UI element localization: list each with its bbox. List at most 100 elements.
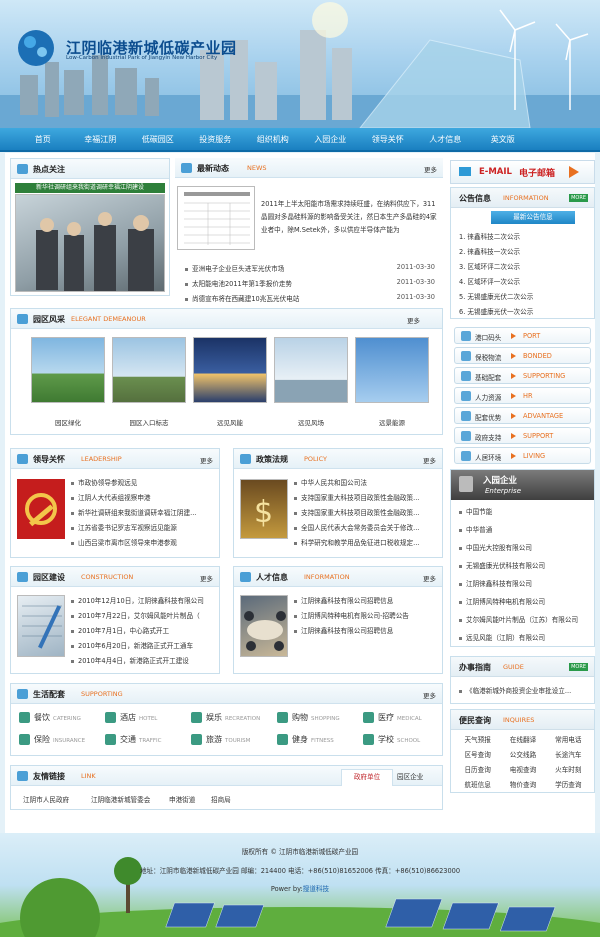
build-item[interactable]: 2010年7月22日，艾尔姆风能叶片制品（ [71,610,211,620]
links-tab-government[interactable]: 政府单位 [341,769,393,786]
enterprise-item[interactable]: 远见风能（江阴）有限公司 [459,632,586,642]
build-item[interactable]: 2010年7月1日，中心路式开工 [71,625,211,635]
life-traffic[interactable]: 交通 TRAFFIC [105,734,162,745]
service-advantage[interactable]: 配套优势 ADVANTAGE [454,407,591,424]
guide-more-link[interactable]: MORE [569,663,588,671]
enterprise-item[interactable]: 江阴徕鑫科技有限公司 [459,578,586,588]
notice-item[interactable]: 2. 徕鑫科技一次公示 [459,246,586,256]
inquire-degree[interactable]: 学历查询 [546,779,591,789]
inquire-flight[interactable]: 航班信息 [455,779,500,789]
enterprise-item[interactable]: 中国节能 [459,506,586,516]
nav-enterprises[interactable]: 入园企业 [302,128,360,150]
gallery-photo-greening[interactable] [31,337,105,403]
enterprise-item[interactable]: 中华普通 [459,524,586,534]
notice-item[interactable]: 6. 无锡盛康光伏一次公示 [459,306,586,316]
notice-item[interactable]: 1. 徕鑫科技二次公示 [459,231,586,241]
leader-item[interactable]: 江阴人大代表组视察申港 [71,492,211,502]
inquire-weather[interactable]: 天气预报 [455,734,500,744]
email-button[interactable]: E-MAIL 电子邮箱 [450,160,595,184]
news-thumbnail[interactable] [177,186,255,250]
life-hotel[interactable]: 酒店 HOTEL [105,712,157,723]
notice-item[interactable]: 3. 区域环评二次公示 [459,261,586,271]
life-school[interactable]: 学校 SCHOOL [363,734,420,745]
links-tab-enterprise[interactable]: 园区企业 [397,771,423,781]
service-bonded[interactable]: 保税物流 BONDED [454,347,591,364]
policy-item[interactable]: 支持国家重大科技项目政策性金融政策... [294,507,434,517]
inquire-areacode[interactable]: 区号查询 [455,749,500,759]
notice-more-link[interactable]: MORE [569,194,588,202]
notice-item[interactable]: 4. 区域环评一次公示 [459,276,586,286]
service-hr[interactable]: 人力资源 HR [454,387,591,404]
link-item[interactable]: 申港街道 [169,794,195,804]
footer-power-link[interactable]: 搜道科技 [303,885,329,893]
nav-investment[interactable]: 投资服务 [187,128,245,150]
inquire-coach[interactable]: 长途汽车 [546,749,591,759]
inquire-tv[interactable]: 电视查询 [500,764,545,774]
service-support[interactable]: 政府支持 SUPPORT [454,427,591,444]
news-more-link[interactable]: 更多 [424,164,437,174]
nav-leadership[interactable]: 领导关怀 [359,128,417,150]
build-item[interactable]: 2010年6月20日，新港路正式开工通车 [71,640,211,650]
talent-item[interactable]: 江阴徕鑫科技有限公司招聘信息 [294,625,434,635]
leader-item[interactable]: 江苏省委书记罗志军视察远见能源 [71,522,211,532]
link-item[interactable]: 江阴市人民政府 [23,794,69,804]
talent-more-link[interactable]: 更多 [423,573,436,583]
gallery-photo-energy[interactable] [355,337,429,403]
meeting-photo[interactable] [240,595,288,657]
life-shopping[interactable]: 购物 SHOPPING [277,712,340,723]
enterprise-item[interactable]: 无锡盛康光伏科技有限公司 [459,560,586,570]
nav-park[interactable]: 低碳园区 [129,128,187,150]
blueprint-photo[interactable] [17,595,65,657]
leader-item[interactable]: 市政协领导参观远见 [71,477,211,487]
nav-organization[interactable]: 组织机构 [244,128,302,150]
hot-photo[interactable] [15,194,165,292]
life-insurance[interactable]: 保险 INSURANCE [19,734,85,745]
talent-item[interactable]: 江阴徕鑫科技有限公司招聘信息 [294,595,434,605]
inquire-translate[interactable]: 在线翻译 [500,734,545,744]
party-emblem-icon[interactable] [17,479,65,539]
link-item[interactable]: 招商局 [211,794,231,804]
policy-more-link[interactable]: 更多 [423,455,436,465]
leader-more-link[interactable]: 更多 [200,455,213,465]
nav-english[interactable]: 英文版 [474,128,532,150]
dollar-icon[interactable]: $ [240,479,288,539]
policy-item[interactable]: 科学研究和教学用品免征进口税收规定... [294,537,434,547]
policy-item[interactable]: 支持国家重大科技项目政策性金融政策... [294,492,434,502]
news-item[interactable]: 太阳能电池2011年第1季报价走势 2011-03-30 [185,278,435,288]
leader-item[interactable]: 山西吕梁市离市区领导来申港参观 [71,537,211,547]
inquire-bus[interactable]: 公交线路 [500,749,545,759]
life-recreation[interactable]: 娱乐 RECREATION [191,712,260,723]
inquire-price[interactable]: 物价查询 [500,779,545,789]
inquire-train[interactable]: 火车时刻 [546,764,591,774]
inquire-calendar[interactable]: 日历查询 [455,764,500,774]
style-more-link[interactable]: 更多 [407,315,420,325]
gallery-photo-entrance[interactable] [112,337,186,403]
service-port[interactable]: 港口码头 PORT [454,327,591,344]
nav-happy-jiangyin[interactable]: 幸福江阴 [72,128,130,150]
life-tourism[interactable]: 旅游 TOURISM [191,734,250,745]
nav-talent[interactable]: 人才信息 [417,128,475,150]
notice-tab[interactable]: 最新公告信息 [491,211,575,224]
service-living[interactable]: 人居环境 LIVING [454,447,591,464]
hot-caption[interactable]: 新华社调研组来我街道调研幸福江阴建设 [15,183,165,193]
talent-item[interactable]: 江阴博风特种电机有限公司-招聘公告 [294,610,434,620]
link-item[interactable]: 江阴临港新城管委会 [91,794,150,804]
news-item[interactable]: 尚德宣布将在西藏建10兆瓦光伏电站 2011-03-30 [185,293,435,303]
build-item[interactable]: 2010年4月4日，新港路正式开工建设 [71,655,211,665]
enterprise-item[interactable]: 江阴博风特种电机有限公司 [459,596,586,606]
build-item[interactable]: 2010年12月10日，江阴徕鑫科技有限公司 [71,595,211,605]
notice-item[interactable]: 5. 无锡盛康光伏二次公示 [459,291,586,301]
policy-item[interactable]: 中华人民共和国公司法 [294,477,434,487]
build-more-link[interactable]: 更多 [200,573,213,583]
policy-item[interactable]: 全国人民代表大会常务委员会关于修改... [294,522,434,532]
leader-item[interactable]: 新华社调研组来我街道调研幸福江阴建... [71,507,211,517]
life-catering[interactable]: 餐饮 CATERING [19,712,81,723]
life-medical[interactable]: 医疗 MEDICAL [363,712,422,723]
nav-home[interactable]: 首页 [14,128,72,150]
gallery-photo-windpower[interactable] [193,337,267,403]
news-item[interactable]: 亚洲电子企业巨头进军光伏市场 2011-03-30 [185,263,435,273]
guide-item[interactable]: 《临港新城外商投资企业审批设立... [459,685,586,695]
inquire-phone[interactable]: 常用电话 [546,734,591,744]
life-fitness[interactable]: 健身 FITNESS [277,734,334,745]
enterprise-item[interactable]: 艾尔姆风能叶片制品（江苏）有限公司 [459,614,592,624]
